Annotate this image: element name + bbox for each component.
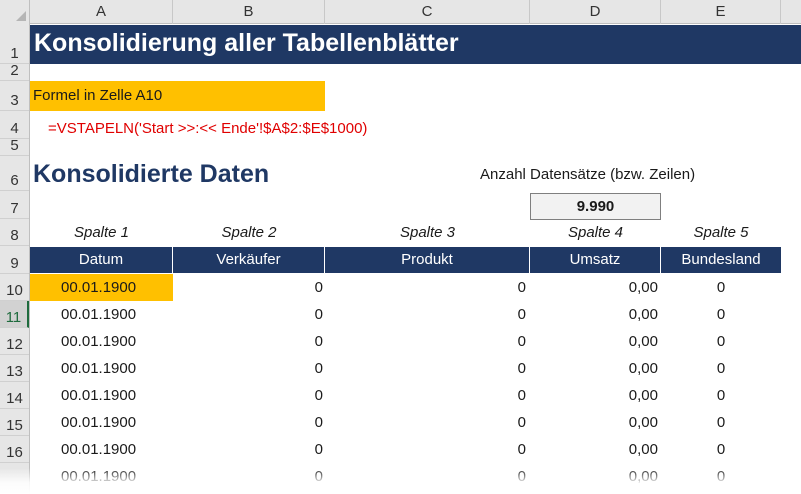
table-cell-r7-c1[interactable]: 00.01.1900 (61, 436, 173, 463)
row-header-9[interactable]: 9 (0, 246, 29, 274)
row-header-1[interactable]: 1 (0, 24, 29, 64)
table-cell-r3-c2[interactable]: 0 (173, 328, 323, 355)
row-header-2[interactable]: 2 (0, 62, 29, 81)
table-cell-r4-c1[interactable]: 00.01.1900 (61, 355, 173, 382)
table-cell-r4-c3[interactable]: 0 (325, 355, 526, 382)
table-cell-r4-c5[interactable]: 0 (661, 355, 781, 382)
table-cell-r2-c2[interactable]: 0 (173, 301, 323, 328)
table-cell-r7-c5[interactable]: 0 (661, 436, 781, 463)
select-all-triangle-icon (16, 11, 26, 21)
row-header-11[interactable]: 11 (0, 301, 29, 328)
row-header-14[interactable]: 14 (0, 382, 29, 409)
consolidated-data-heading[interactable]: Konsolidierte Daten (33, 160, 269, 189)
formula-label-cell[interactable]: Formel in Zelle A10 (30, 81, 325, 111)
table-cell-r5-c5[interactable]: 0 (661, 382, 781, 409)
table-cell-r2-c5[interactable]: 0 (661, 301, 781, 328)
table-cell-r7-c3[interactable]: 0 (325, 436, 526, 463)
table-cell-r5-c1[interactable]: 00.01.1900 (61, 382, 173, 409)
table-cell-r5-c3[interactable]: 0 (325, 382, 526, 409)
row-header-4[interactable]: 4 (0, 111, 29, 139)
table-cell-r3-c5[interactable]: 0 (661, 328, 781, 355)
table-cell-r6-c2[interactable]: 0 (173, 409, 323, 436)
table-cell-r6-c4[interactable]: 0,00 (530, 409, 658, 436)
table-cell-r6-c5[interactable]: 0 (661, 409, 781, 436)
select-all-corner[interactable] (0, 0, 30, 24)
table-cell-r7-c2[interactable]: 0 (173, 436, 323, 463)
sheet-title[interactable]: Konsolidierung aller Tabellenblätter (34, 29, 459, 58)
table-cell-r2-c3[interactable]: 0 (325, 301, 526, 328)
row-header-10[interactable]: 10 (0, 274, 29, 301)
table-header-datum[interactable]: Datum (30, 247, 173, 273)
column-header-c[interactable]: C (325, 0, 530, 24)
row-header-7[interactable]: 7 (0, 191, 29, 219)
table-cell-r1-c3[interactable]: 0 (325, 274, 526, 301)
row-header-16[interactable]: 16 (0, 436, 29, 463)
table-cell-r7-c4[interactable]: 0,00 (530, 436, 658, 463)
table-cell-r4-c2[interactable]: 0 (173, 355, 323, 382)
table-cell-r1-c4[interactable]: 0,00 (530, 274, 658, 301)
table-cell-r4-c4[interactable]: 0,00 (530, 355, 658, 382)
table-cell-r3-c1[interactable]: 00.01.1900 (61, 328, 173, 355)
column-header-bar: A B C D E (0, 0, 801, 24)
column-header-d[interactable]: D (530, 0, 661, 24)
table-header-umsatz[interactable]: Umsatz (530, 247, 661, 273)
column-label-5[interactable]: Spalte 5 (661, 224, 781, 241)
table-cell-r3-c3[interactable]: 0 (325, 328, 526, 355)
row-header-13[interactable]: 13 (0, 355, 29, 382)
column-label-3[interactable]: Spalte 3 (325, 224, 530, 241)
table-cell-r1-c1[interactable]: 00.01.1900 (61, 274, 173, 301)
column-label-1[interactable]: Spalte 1 (30, 224, 173, 241)
bottom-fade (0, 468, 801, 494)
table-cell-r5-c4[interactable]: 0,00 (530, 382, 658, 409)
table-cell-r6-c3[interactable]: 0 (325, 409, 526, 436)
column-header-b[interactable]: B (173, 0, 325, 24)
row-header-bar: 1 2 3 4 5 6 7 8 9 10 11 12 13 14 15 16 (0, 24, 30, 494)
column-header-a[interactable]: A (30, 0, 173, 24)
row-header-5[interactable]: 5 (0, 137, 29, 156)
row-header-8[interactable]: 8 (0, 219, 29, 246)
table-header-verkaeufer[interactable]: Verkäufer (173, 247, 325, 273)
table-cell-r5-c2[interactable]: 0 (173, 382, 323, 409)
formula-text-cell[interactable]: =VSTAPELN('Start >>:<< Ende'!$A$2:$E$100… (48, 120, 367, 137)
column-header-e[interactable]: E (661, 0, 781, 24)
row-header-15[interactable]: 15 (0, 409, 29, 436)
row-header-3[interactable]: 3 (0, 81, 29, 111)
row-header-6[interactable]: 6 (0, 156, 29, 191)
table-header-produkt[interactable]: Produkt (325, 247, 530, 273)
table-cell-r2-c1[interactable]: 00.01.1900 (61, 301, 173, 328)
table-header-bundesland[interactable]: Bundesland (661, 247, 781, 273)
table-cell-r3-c4[interactable]: 0,00 (530, 328, 658, 355)
column-label-4[interactable]: Spalte 4 (530, 224, 661, 241)
table-cell-r6-c1[interactable]: 00.01.1900 (61, 409, 173, 436)
table-cell-r2-c4[interactable]: 0,00 (530, 301, 658, 328)
table-cell-r1-c2[interactable]: 0 (173, 274, 323, 301)
column-label-2[interactable]: Spalte 2 (173, 224, 325, 241)
record-count-label[interactable]: Anzahl Datensätze (bzw. Zeilen) (480, 166, 695, 183)
table-cell-r1-c5[interactable]: 0 (661, 274, 781, 301)
record-count-value[interactable]: 9.990 (530, 193, 661, 220)
row-header-12[interactable]: 12 (0, 328, 29, 355)
